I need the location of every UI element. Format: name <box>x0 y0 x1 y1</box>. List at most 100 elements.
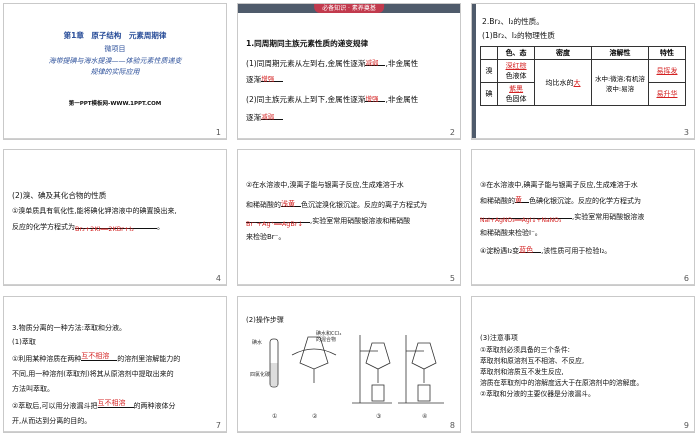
slide-divider <box>472 431 694 432</box>
slide-text: 开,从而达到分离的目的。 <box>12 417 92 425</box>
slide-number: 7 <box>215 421 221 430</box>
slide-number: 9 <box>683 421 689 430</box>
test-tube-icon <box>269 338 279 388</box>
text-segment: 色碘化银沉淀。反应的化学方程式为 <box>529 197 641 205</box>
slide-thumbnail-3[interactable]: 2.Br₂、I₂的性质。 (1)Br₂、I₂的物理性质 色、态 密度 溶解性 特… <box>472 4 694 139</box>
slide-thumbnail-7[interactable]: 3.物质分离的一种方法:萃取和分液。 (1)萃取 ①利用某种溶质在两种 互不相溶的… <box>4 297 226 432</box>
cell-text: 色固体 <box>505 95 527 103</box>
diagram-label: 碘水 <box>252 340 263 346</box>
answer-blank: NaI+AgNO₃══AgI↓+NaNO₃ <box>480 217 572 224</box>
slide-divider <box>4 138 226 139</box>
slide-divider <box>238 431 460 432</box>
step-number: ① <box>272 413 278 420</box>
ring-stand-icon <box>398 335 444 404</box>
slide-title-line1: 海带提碘与海水提溴——体验元素性质递变 <box>48 57 182 65</box>
table-header-cell: 色、态 <box>497 46 536 60</box>
table-header-cell: 密度 <box>534 46 592 60</box>
answer-text: 黄 <box>515 196 522 204</box>
answer-blank: 互不相溶 <box>81 352 118 361</box>
cell-text: 均比水的 <box>545 78 574 87</box>
slide-text: 来检验Br⁻。 <box>246 233 286 241</box>
answer-text: 减弱 <box>365 59 379 67</box>
table-cell: 碘 <box>479 82 499 106</box>
step-number: ③ <box>376 413 382 420</box>
slide-text: ④淀粉遇I₂变 蓝色 ,该性质可用于检验I₂。 <box>480 246 611 257</box>
text-segment: 色沉淀溴化银沉淀。反应的离子方程式为 <box>301 201 427 209</box>
slide-thumbnail-4[interactable]: (2)溴、碘及其化合物的性质 ①溴单质具有氧化性,能将碘化钾溶液中的碘置换出来,… <box>4 150 226 285</box>
slide-divider <box>238 138 460 139</box>
answer-text: 大 <box>573 78 581 87</box>
answer-text: 紫黑 <box>509 85 524 93</box>
answer-blank: 蓝色 <box>519 246 542 254</box>
slide-footer: 第一PPT模板网-WWW.1PPT.COM <box>68 101 162 107</box>
text-segment: 。 <box>157 223 164 231</box>
answer-text: 减弱 <box>261 113 275 121</box>
slide-text: ②在水溶液中,溴离子能与银离子反应,生成难溶于水 <box>246 181 404 189</box>
slide-text: 溶质在萃取剂中的溶解度远大于在原溶剂中的溶解度。 <box>480 379 644 387</box>
slide-number: 1 <box>215 128 221 137</box>
text-segment: ②萃取后,可以用分液漏斗把 <box>12 402 98 410</box>
ring-stand-icon <box>352 335 392 404</box>
table-cell: 易升华 <box>647 82 687 106</box>
slide-text: 和稀硝酸的黄色碘化银沉淀。反应的化学方程式为 <box>480 196 641 207</box>
slide-number: 3 <box>683 128 689 137</box>
slide-number: 5 <box>449 274 455 283</box>
slide-text: ③在水溶液中,碘离子能与银离子反应,生成难溶于水 <box>480 181 638 189</box>
top-banner: 必备知识 · 素养奠基 <box>238 4 460 13</box>
answer-text: 深红棕 <box>505 62 527 70</box>
slide-text: (2)同主族元素从上到下,金属性逐渐 增强 ,非金属性 <box>246 94 418 105</box>
extraction-diagram <box>269 335 444 404</box>
text-segment: ,该性质可用于检验I₂。 <box>541 247 612 255</box>
table-cell: 紫黑 色固体 <box>497 82 536 106</box>
table-header-row: 色、态 密度 溶解性 特性 <box>479 46 687 60</box>
text-segment: 逐渐 <box>246 113 262 122</box>
separatory-funnel-icon <box>291 336 337 383</box>
slide-text: 萃取剂和溶质互不发生反应, <box>480 368 564 376</box>
slide-divider <box>238 284 460 285</box>
slide-text: 反应的化学方程式为 Br₂+2KI══2KBr+I₂ 。 <box>12 222 164 233</box>
chapter-title: 第1章 原子结构 元素周期律 <box>63 31 167 40</box>
slide-thumbnail-9[interactable]: (3)注意事项 ①萃取剂必须具备的三个条件: 萃取剂和原溶剂互不相溶、不反应, … <box>472 297 694 432</box>
answer-blank: 增强 <box>261 75 284 83</box>
slide-grid: 第1章 原子结构 元素周期律 微项目 海带提碘与海水提溴——体验元素性质递变 规… <box>0 0 700 438</box>
slide-thumbnail-2[interactable]: 必备知识 · 素养奠基 1.同周期同主族元素性质的递变规律 (1)同周期元素从左… <box>238 4 460 139</box>
text-segment: ①利用某种溶质在两种 <box>12 355 82 363</box>
answer-blank: 浅黄 <box>281 200 301 208</box>
slide-text: 逐渐 增强 <box>246 74 284 85</box>
answer-text: Br₂+2KI══2KBr+I₂ <box>75 225 134 233</box>
slide-thumbnail-5[interactable]: ②在水溶液中,溴离子能与银离子反应,生成难溶于水 和稀硝酸的 浅黄 色沉淀溴化银沉淀… <box>238 150 460 285</box>
slide-thumbnail-6[interactable]: ③在水溶液中,碘离子能与银离子反应,生成难溶于水 和稀硝酸的黄色碘化银沉淀。反应… <box>472 150 694 285</box>
slide-divider <box>4 284 226 285</box>
answer-text: 增强 <box>261 75 275 83</box>
answer-blank: Br⁻+Ag⁺══AgBr↓ <box>246 220 310 228</box>
diagram-label: 碘水和CCl₄的混合物 <box>316 331 342 343</box>
slide-text: ①溴单质具有氧化性,能将碘化钾溶液中的碘置换出来, <box>12 207 177 215</box>
slide-thumbnail-8[interactable]: (2)操作步骤 碘水和CCl₄的混合物 碘水 四氯化碳 ① ② ③ ④ 8 <box>238 297 460 432</box>
answer-text: 增强 <box>365 95 379 103</box>
properties-table: 色、态 密度 溶解性 特性 溴 深红棕 色液体 均比水的大 水中:微溶;有机溶液中… <box>479 46 687 106</box>
slide-subheading: (1)萃取 <box>12 338 36 346</box>
slide-text: 和稀硝酸的 浅黄 色沉淀溴化银沉淀。反应的离子方程式为 <box>246 200 427 211</box>
table-cell: 均比水的大 <box>534 59 592 106</box>
slide-divider <box>472 284 694 285</box>
text-segment: 反应的化学方程式为 <box>12 223 75 231</box>
text-segment: ,实验室常用硝酸银溶液和稀硝酸 <box>310 217 411 225</box>
text-segment: ,非金属性 <box>385 59 419 68</box>
text-segment: (2)同主族元素从上到下,金属性逐渐 <box>246 95 366 104</box>
answer-text: 互不相溶 <box>97 399 126 407</box>
slide-thumbnail-1[interactable]: 第1章 原子结构 元素周期律 微项目 海带提碘与海水提溴——体验元素性质递变 规… <box>4 4 226 139</box>
answer-text: 蓝色 <box>519 246 534 254</box>
slide-text: 不同,用一种溶剂(萃取剂)将其从原溶剂中提取出来的 <box>12 370 174 378</box>
slide-text: Br⁻+Ag⁺══AgBr↓ ,实验室常用硝酸银溶液和稀硝酸 <box>246 216 411 228</box>
slide-number: 4 <box>215 274 221 283</box>
slide-divider <box>472 138 694 139</box>
slide-subtitle: 微项目 <box>104 45 126 53</box>
slide-text: ②萃取和分液的主要仪器是分液漏斗。 <box>480 390 595 398</box>
slide-text: 和稀硝酸来检验I⁻。 <box>480 229 542 237</box>
slide-text: 方法叫萃取。 <box>12 385 54 393</box>
answer-text: Br⁻+Ag⁺══AgBr↓ <box>246 220 303 228</box>
step-number: ② <box>312 413 318 420</box>
slide-heading: (2)操作步骤 <box>246 316 284 324</box>
left-accent-bar <box>472 4 476 139</box>
slide-number: 2 <box>449 128 455 137</box>
